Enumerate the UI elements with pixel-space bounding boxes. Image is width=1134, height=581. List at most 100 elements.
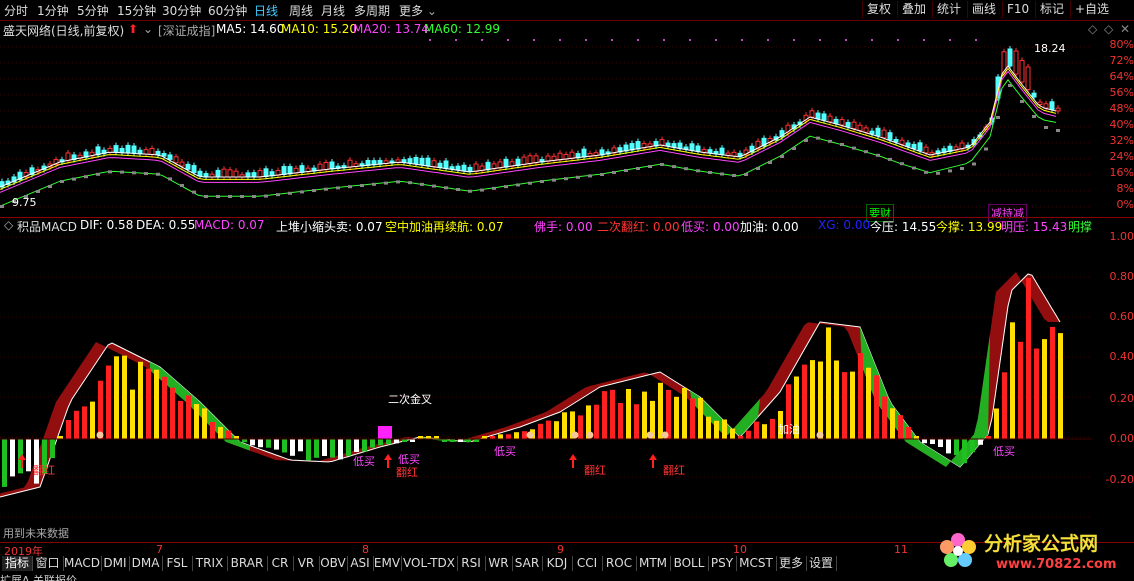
volume-mark [1020, 100, 1024, 103]
candle-body [527, 155, 533, 165]
fanhong-label: 翻红 [663, 464, 685, 477]
period-tab-weekly[interactable]: 周线 [289, 2, 313, 19]
macd-bar [1042, 339, 1047, 439]
diamond-icon[interactable]: ◇ [1104, 22, 1113, 36]
volume-mark [576, 175, 580, 179]
signal-block [378, 426, 392, 439]
indicator-tab[interactable]: FSL [162, 556, 193, 571]
indicator-header: ◇ 积品MACD DIF: 0.58 DEA: 0.55 MACD: 0.07 … [0, 218, 1134, 234]
candle-body [197, 170, 203, 177]
volume-mark [120, 170, 124, 174]
ma-line [0, 67, 1057, 190]
indicator-tab[interactable]: VOL-TDX [401, 556, 458, 571]
volume-mark [732, 174, 736, 177]
diamond-icon[interactable]: ◇ [1088, 22, 1097, 36]
indicator-tab[interactable]: 更多 [776, 556, 807, 571]
fanhong-label: 翻红 [584, 464, 606, 477]
macd-bar [898, 415, 903, 439]
macd-bar [378, 439, 383, 446]
volume-mark [696, 169, 700, 173]
period-tab-multi[interactable]: 多周期 [354, 2, 390, 19]
indicator-tab[interactable]: CCI [572, 556, 603, 571]
candle-body [185, 163, 191, 170]
stats-button[interactable]: 统计 [932, 1, 965, 18]
candle-body [1025, 66, 1031, 90]
signal-dot [689, 39, 691, 41]
candle-body [689, 143, 695, 151]
macd-bar [354, 439, 359, 452]
macd-bar [562, 412, 567, 439]
volume-mark [924, 170, 928, 174]
arrow-up-icon[interactable]: ⬆ [128, 22, 138, 36]
hand-icon [816, 431, 824, 439]
close-icon[interactable]: ✕ [1120, 22, 1130, 36]
volume-mark [168, 177, 172, 181]
indicator-tab[interactable]: BOLL [670, 556, 709, 571]
indicator-tab[interactable]: 指标 [2, 556, 33, 571]
indicator-tab[interactable]: ASI [347, 556, 374, 571]
macd-bar [706, 416, 711, 439]
volume-mark [912, 166, 916, 170]
indicator-tab[interactable]: CR [267, 556, 294, 571]
period-tab-1min[interactable]: 1分钟 [37, 2, 69, 19]
indicator-tab[interactable]: MACD [63, 556, 102, 571]
candle-body [869, 130, 875, 135]
indicator-tab[interactable]: KDJ [542, 556, 573, 571]
period-tab-15min[interactable]: 15分钟 [117, 2, 156, 19]
indicator-tab[interactable]: OBV [319, 556, 348, 571]
candle-body [119, 147, 125, 154]
y-axis-label: 0.20 [1109, 392, 1134, 405]
indicator-tab[interactable]: RSI [457, 556, 486, 571]
chevron-circle-icon[interactable]: ⌄ [143, 22, 153, 36]
candle-body [857, 124, 863, 131]
overlay-button[interactable]: 叠加 [897, 1, 930, 18]
volume-mark [816, 136, 820, 140]
indicator-tab[interactable]: MCST [736, 556, 777, 571]
macd-bar [906, 426, 911, 439]
volume-mark [744, 173, 748, 176]
draw-button[interactable]: 画线 [967, 1, 1000, 18]
volume-mark [432, 184, 436, 188]
indicator-tab[interactable]: WR [485, 556, 513, 571]
candle-body [191, 165, 197, 174]
add-watchlist-button[interactable]: +自选 [1070, 1, 1113, 18]
indicator-tab[interactable]: PSY [708, 556, 737, 571]
period-tab-more[interactable]: 更多 ⌄ [399, 2, 437, 19]
fuquan-button[interactable]: 复权 [862, 1, 895, 18]
candle-body [851, 121, 857, 130]
macd-chart[interactable] [0, 232, 1092, 542]
volume-mark [468, 189, 472, 193]
indicator-tab[interactable]: TRIX [192, 556, 228, 571]
indicator-tab[interactable]: MTM [636, 556, 671, 571]
macd-bar [690, 398, 695, 439]
expand-icon[interactable]: ◇ [4, 218, 13, 232]
arrow-up-icon [569, 454, 577, 468]
indicator-tab[interactable]: 窗口 [32, 556, 64, 571]
macd-bar [98, 380, 103, 439]
indicator-tab[interactable]: 设置 [806, 556, 837, 571]
macd-bar [938, 439, 943, 447]
kline-chart[interactable] [0, 37, 1134, 217]
mark-button[interactable]: 标记 [1035, 1, 1068, 18]
indicator-tab[interactable]: DMI [101, 556, 130, 571]
volume-mark [804, 139, 808, 142]
indicator-tab[interactable]: EMV [373, 556, 402, 571]
indicator-tab[interactable]: BRAR [227, 556, 268, 571]
macd-bar [842, 372, 847, 439]
volume-mark [876, 153, 880, 157]
macd-bar [714, 420, 719, 439]
indicator-tab[interactable]: VR [293, 556, 320, 571]
macd-bar [746, 430, 751, 439]
period-tab-monthly[interactable]: 月线 [321, 2, 345, 19]
f10-button[interactable]: F10 [1002, 1, 1033, 18]
period-tab-daily[interactable]: 日线 [254, 2, 278, 19]
volume-mark [984, 147, 988, 151]
indicator-tab[interactable]: SAR [512, 556, 543, 571]
period-tab-60min[interactable]: 60分钟 [208, 2, 247, 19]
period-tab-5min[interactable]: 5分钟 [77, 2, 109, 19]
volume-mark [936, 171, 940, 175]
indicator-tab[interactable]: ROC [602, 556, 637, 571]
period-tab-30min[interactable]: 30分钟 [162, 2, 201, 19]
period-tab-fenshi[interactable]: 分时 [4, 2, 28, 19]
indicator-tab[interactable]: DMA [129, 556, 163, 571]
